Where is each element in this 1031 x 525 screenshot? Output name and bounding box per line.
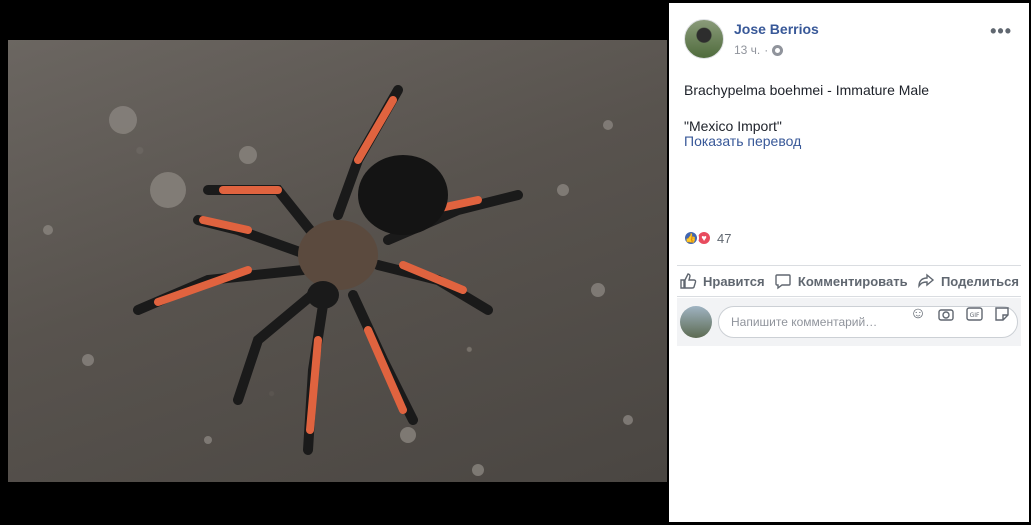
user-avatar[interactable] [680,306,712,338]
tarantula-image [43,85,633,476]
share-label: Поделиться [940,273,1019,289]
see-translation-link[interactable]: Показать перевод [684,133,801,149]
reaction-count: 47 [717,230,732,246]
gif-icon[interactable]: GIF [965,306,983,322]
globe-icon[interactable] [772,44,784,56]
share-button[interactable]: Поделиться [915,272,1021,290]
separator: · [764,43,769,57]
emoji-icon[interactable]: ☺ [909,305,927,322]
more-options-icon[interactable]: ••• [990,21,1012,42]
sticker-icon[interactable] [993,306,1011,322]
author-avatar[interactable] [684,19,724,59]
svg-text:GIF: GIF [969,312,979,319]
comment-composer: Напишите комментарий… ☺ GIF [677,298,1021,346]
share-icon [918,273,935,289]
author-name[interactable]: Jose Berrios [734,21,819,37]
reactions-summary[interactable]: 👍 ♥ 47 [683,230,731,246]
post-photo[interactable] [8,40,667,482]
like-reaction-icon: 👍 [683,230,699,246]
thumbs-up-icon [680,273,697,289]
photo-viewer [0,0,667,525]
post-meta: 13 ч. · [734,43,784,57]
post-actions: Нравится Комментировать Поделиться [677,265,1021,297]
post-time[interactable]: 13 ч. [734,43,760,57]
like-label: Нравится [703,273,765,289]
comment-button[interactable]: Комментировать [772,272,910,290]
comment-label: Комментировать [797,273,908,289]
comment-icon [775,274,791,290]
caption-line: Brachypelma boehmei - Immature Male [684,82,930,98]
camera-icon[interactable] [937,306,955,322]
like-button[interactable]: Нравится [677,272,767,290]
comment-tools: ☺ GIF [909,305,1011,322]
post-panel: Jose Berrios 13 ч. · ••• Brachypelma boe… [669,3,1029,522]
